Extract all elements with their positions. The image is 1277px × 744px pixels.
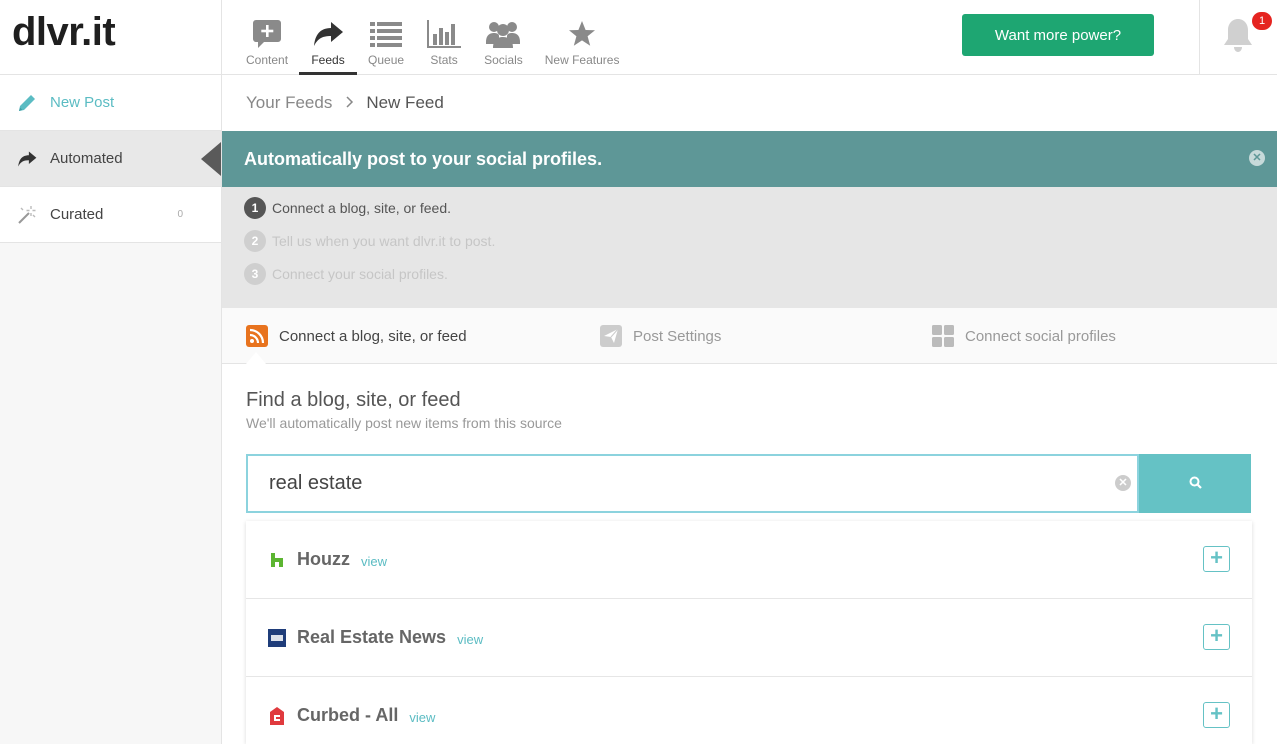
nav-socials[interactable]: Socials	[473, 0, 534, 75]
find-subtitle: We'll automatically post new items from …	[246, 415, 562, 431]
step-number: 1	[244, 197, 266, 219]
notification-badge: 1	[1252, 12, 1272, 30]
active-tab-pointer	[246, 352, 266, 364]
logo-text: dlvr.it	[12, 10, 116, 54]
list-icon	[368, 18, 404, 50]
close-icon[interactable]: ✕	[1249, 150, 1265, 166]
result-view-link[interactable]: view	[361, 554, 387, 569]
step-number: 2	[244, 230, 266, 252]
sidebar-item-label: Curated	[50, 206, 104, 223]
step-number: 3	[244, 263, 266, 285]
list-item: Real Estate News view +	[246, 599, 1252, 677]
result-name: Houzz	[297, 549, 350, 569]
nav-stats-label: Stats	[430, 53, 458, 67]
sidebar-item-new-post[interactable]: New Post	[0, 75, 221, 131]
social-grid-icon	[932, 325, 954, 347]
result-view-link[interactable]: view	[457, 632, 483, 647]
content-icon	[249, 18, 285, 50]
nav-content-label: Content	[246, 53, 289, 67]
result-name: Curbed - All	[297, 705, 399, 725]
breadcrumb-new-feed: New Feed	[366, 93, 444, 112]
step-text: Connect your social profiles.	[272, 266, 448, 282]
houzz-logo-icon	[268, 551, 286, 569]
wizard-tabs: Connect a blog, site, or feed Post Setti…	[222, 308, 1277, 364]
nav-stats[interactable]: Stats	[415, 0, 473, 75]
want-more-power-button[interactable]: Want more power?	[962, 14, 1154, 56]
rss-icon	[246, 325, 268, 347]
add-feed-button[interactable]: +	[1203, 546, 1230, 572]
search-box: ✕	[246, 454, 1139, 513]
sidebar: New Post Automated Curated 0	[0, 75, 222, 744]
clear-icon[interactable]: ✕	[1115, 475, 1131, 491]
topix-logo-icon	[268, 628, 286, 647]
add-feed-button[interactable]: +	[1203, 624, 1230, 650]
add-feed-button[interactable]: +	[1203, 702, 1230, 728]
curbed-logo-icon	[268, 706, 286, 725]
tab-label: Connect social profiles	[965, 327, 1116, 345]
search-results: Houzz view + Real Estate News view + Cur…	[246, 521, 1252, 744]
nav-new-features-label: New Features	[544, 53, 620, 67]
top-bar: dlvr.it Content Feeds Queue Stats Social…	[0, 0, 1277, 75]
steps-list: 1 Connect a blog, site, or feed. 2 Tell …	[222, 187, 1277, 308]
main-content: Your Feeds New Feed Automatically post t…	[222, 75, 1277, 744]
users-icon	[485, 18, 521, 50]
bar-chart-icon	[426, 18, 462, 50]
tab-label: Post Settings	[633, 327, 722, 345]
paper-plane-icon	[600, 325, 622, 347]
list-item: Curbed - All view +	[246, 677, 1252, 744]
step-text: Tell us when you want dlvr.it to post.	[272, 233, 496, 249]
sidebar-item-label: New Post	[50, 94, 115, 111]
tab-connect-feed[interactable]: Connect a blog, site, or feed	[246, 308, 467, 364]
pencil-icon	[16, 92, 38, 114]
sidebar-item-automated[interactable]: Automated	[0, 131, 221, 187]
main-nav: Content Feeds Queue Stats Socials New Fe…	[235, 0, 630, 75]
result-view-link[interactable]: view	[409, 710, 435, 725]
step-2: 2 Tell us when you want dlvr.it to post.	[244, 230, 495, 252]
notifications[interactable]: 1	[1199, 0, 1277, 75]
bell-icon[interactable]	[1222, 17, 1254, 58]
step-text: Connect a blog, site, or feed.	[272, 200, 451, 216]
nav-new-features[interactable]: New Features	[534, 0, 631, 75]
search-input[interactable]	[248, 456, 1108, 511]
search-icon	[1189, 476, 1202, 492]
magic-wand-icon	[16, 204, 38, 226]
tab-post-settings[interactable]: Post Settings	[600, 308, 721, 364]
chevron-right-icon	[346, 95, 354, 111]
breadcrumb-your-feeds[interactable]: Your Feeds	[246, 93, 332, 113]
sidebar-item-curated[interactable]: Curated 0	[0, 187, 221, 243]
breadcrumb: Your Feeds New Feed	[222, 75, 1277, 131]
step-1: 1 Connect a blog, site, or feed.	[244, 197, 451, 219]
find-title: Find a blog, site, or feed	[246, 389, 461, 411]
nav-queue[interactable]: Queue	[357, 0, 415, 75]
tab-label: Connect a blog, site, or feed	[279, 327, 467, 345]
info-banner: Automatically post to your social profil…	[222, 131, 1277, 187]
curated-count: 0	[177, 209, 183, 220]
sidebar-item-label: Automated	[50, 150, 123, 167]
result-name: Real Estate News	[297, 627, 447, 647]
tab-connect-social[interactable]: Connect social profiles	[932, 308, 1116, 364]
nav-socials-label: Socials	[484, 53, 523, 67]
nav-content[interactable]: Content	[235, 0, 299, 75]
nav-feeds-label: Feeds	[311, 53, 345, 67]
list-item: Houzz view +	[246, 521, 1252, 599]
nav-feeds[interactable]: Feeds	[299, 0, 358, 75]
search-button[interactable]	[1139, 454, 1251, 513]
nav-queue-label: Queue	[368, 53, 405, 67]
banner-title: Automatically post to your social profil…	[244, 149, 603, 169]
logo[interactable]: dlvr.it	[0, 0, 222, 75]
step-3: 3 Connect your social profiles.	[244, 263, 448, 285]
star-icon	[564, 18, 600, 50]
share-icon	[16, 148, 38, 170]
share-icon	[310, 18, 346, 50]
